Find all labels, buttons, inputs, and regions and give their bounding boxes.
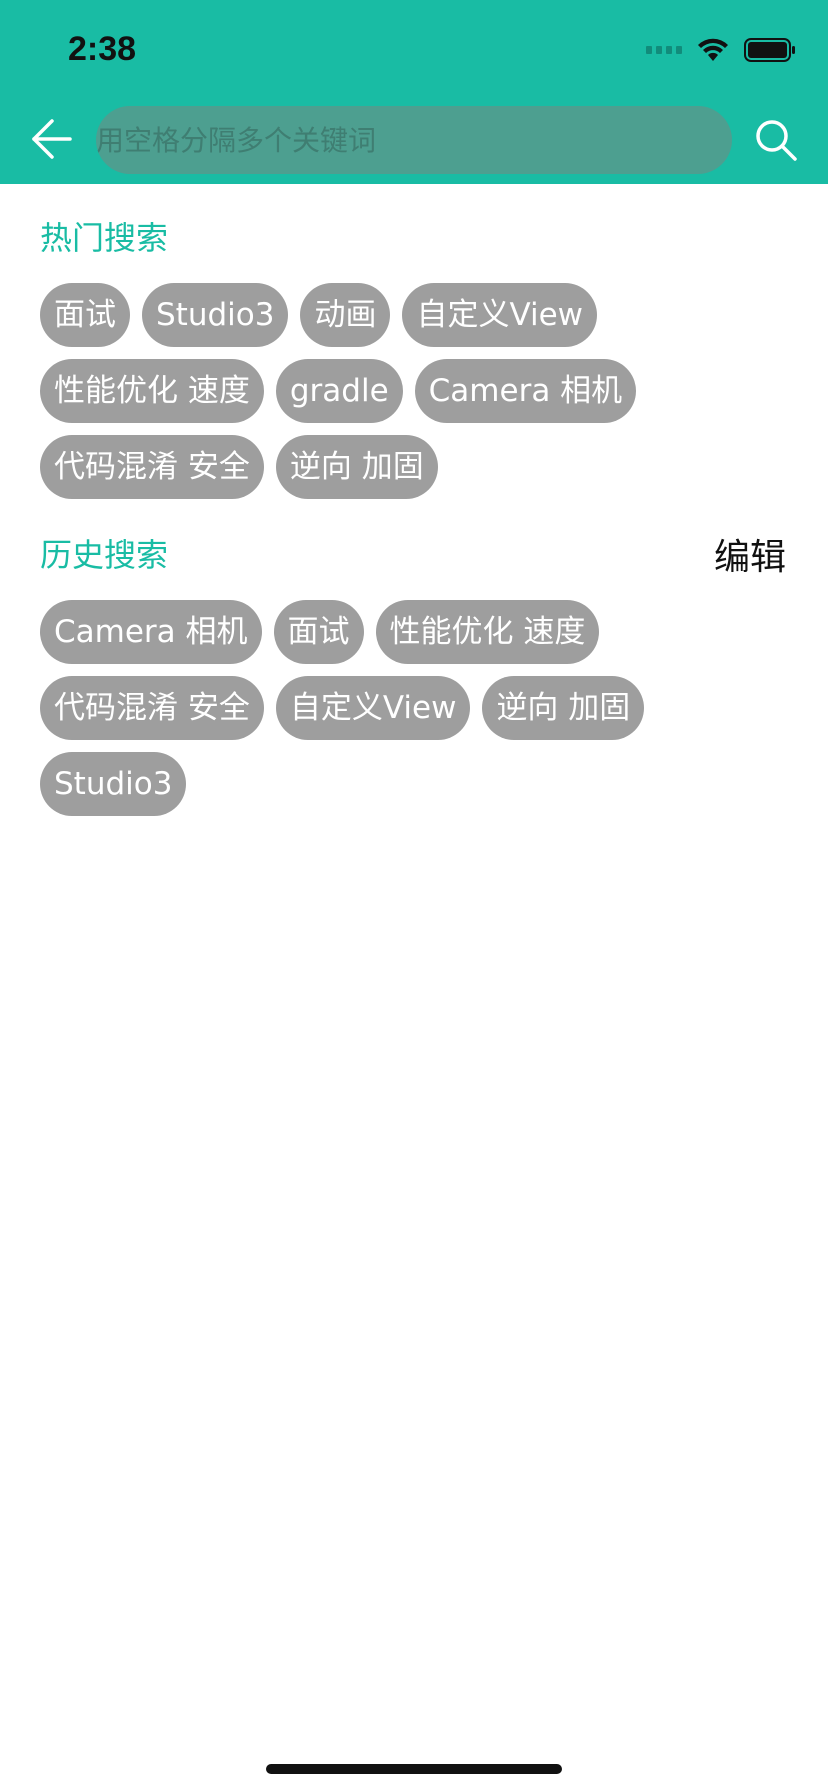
hot-search-tag[interactable]: 性能优化 速度 bbox=[40, 359, 264, 423]
history-search-tag[interactable]: 逆向 加固 bbox=[482, 676, 645, 740]
back-arrow-icon[interactable] bbox=[30, 117, 74, 161]
hot-search-tag[interactable]: Studio3 bbox=[142, 283, 289, 347]
hot-search-tag[interactable]: 动画 bbox=[300, 283, 391, 347]
hot-search-tag[interactable]: 逆向 加固 bbox=[275, 435, 438, 499]
hot-search-tag[interactable]: 代码混淆 安全 bbox=[40, 435, 264, 499]
history-search-tag[interactable]: 自定义View bbox=[275, 676, 471, 740]
status-time: 2:38 bbox=[68, 30, 137, 68]
hot-search-tag[interactable]: 自定义View bbox=[402, 283, 598, 347]
hot-search-tags: 面试 Studio3 动画 自定义View 性能优化 速度 gradle Camera 相机… bbox=[40, 283, 800, 499]
edit-history-button[interactable]: 编辑 bbox=[714, 528, 786, 580]
history-search-tag[interactable]: 代码混淆 安全 bbox=[40, 676, 264, 740]
search-icon[interactable] bbox=[754, 118, 798, 162]
history-search-tag[interactable]: 性能优化 速度 bbox=[375, 600, 600, 664]
app-header: 2:38 bbox=[0, 0, 828, 184]
battery-icon bbox=[744, 38, 795, 62]
hot-search-tag[interactable]: 面试 bbox=[40, 283, 130, 347]
history-search-title: 历史搜索 bbox=[40, 536, 169, 574]
history-search-tags: Camera 相机 面试 性能优化 速度代码混淆 安全 自定义View 逆向 加固 Stu… bbox=[40, 600, 800, 816]
cellular-signal-icon bbox=[646, 46, 682, 54]
wifi-icon bbox=[698, 38, 728, 61]
hot-search-title: 热门搜索 bbox=[40, 219, 169, 257]
history-search-tag[interactable]: 面试 bbox=[273, 600, 364, 664]
history-search-tag[interactable]: Studio3 bbox=[40, 752, 187, 816]
history-search-tag[interactable]: Camera 相机 bbox=[40, 600, 262, 664]
status-icons bbox=[646, 36, 796, 64]
home-indicator bbox=[266, 1764, 562, 1774]
hot-search-tag[interactable]: Camera 相机 bbox=[414, 359, 637, 423]
search-input[interactable] bbox=[96, 106, 732, 174]
hot-search-tag[interactable]: gradle bbox=[275, 359, 403, 423]
